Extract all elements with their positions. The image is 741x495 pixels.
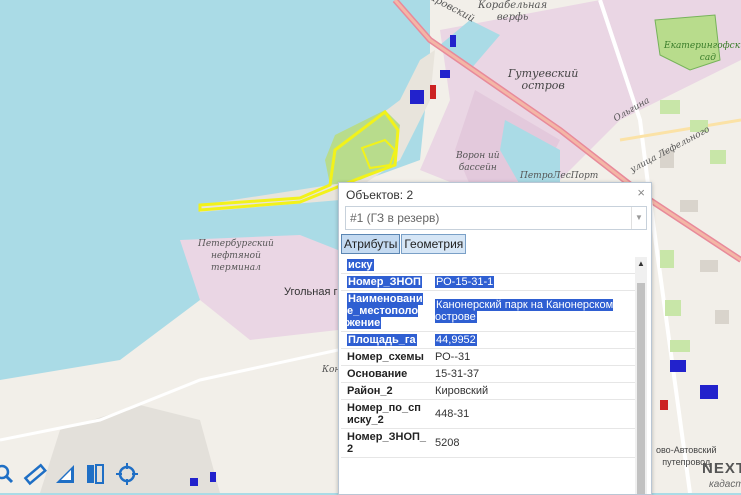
attribute-value-text: 44,9952 — [435, 334, 477, 346]
attribute-row: Район_2 Кировский — [341, 382, 635, 400]
attribute-value: 44,9952 — [429, 331, 635, 349]
layers-icon[interactable] — [82, 461, 108, 487]
attribute-row: иску — [341, 257, 635, 274]
attribute-value: РО-15-31-1 — [429, 273, 635, 291]
popup-tabs: Атрибуты Геометрия — [341, 234, 467, 254]
label-ekaterinhof: Екатерингофский сад — [664, 41, 741, 63]
search-icon[interactable] — [0, 461, 18, 487]
label-gutuevsky: Гутуевский остров — [508, 67, 579, 92]
attribute-key: Район_2 — [341, 382, 430, 400]
attribute-key: Номер_по_сп иску_2 — [341, 399, 430, 429]
attribute-key-text: Основание — [347, 368, 408, 380]
brand-sub: кадаст — [709, 479, 741, 490]
object-select[interactable]: #1 (ГЗ в резерв) ▼ — [345, 206, 647, 230]
attribute-key: Площадь_га — [341, 331, 430, 349]
attributes-table: иску Номер_ЗНОП РО-15-31-1 Наименовани е_ме… — [341, 257, 635, 458]
attribute-key: Номер_ЗНОП — [341, 273, 430, 291]
identify-popup: Объектов: 2 × #1 (ГЗ в резерв) ▼ Атрибут… — [338, 182, 652, 495]
attribute-value-text: 15-31-37 — [435, 368, 480, 380]
attribute-value: Кировский — [429, 382, 635, 400]
chevron-down-icon[interactable]: ▼ — [631, 207, 646, 229]
attribute-value-text: Канонерский парк на Канонерском острове — [435, 299, 614, 323]
brand-logo: NEXT — [702, 460, 741, 477]
attribute-key-text: Номер_ЗНОП — [347, 276, 422, 288]
attribute-key-text: Номер_ЗНОП_ 2 — [347, 431, 427, 455]
attribute-value-text: 448-31 — [435, 408, 470, 420]
locate-icon[interactable] — [114, 461, 140, 487]
attribute-value: 448-31 — [429, 399, 635, 429]
attribute-row: Номер_ЗНОП_ 2 5208 — [341, 428, 635, 458]
attribute-row: Основание 15-31-37 — [341, 365, 635, 383]
attribute-value — [429, 257, 635, 274]
attribute-row: Номер_по_сп иску_2 448-31 — [341, 399, 635, 429]
attribute-key-text: Площадь_га — [347, 334, 417, 346]
label-ugolnaya: Угольная г — [284, 286, 338, 298]
attribute-value-text: 5208 — [435, 437, 460, 449]
attribute-key: Номер_схемы — [341, 348, 430, 366]
label-korabel: Корабельная верфь — [478, 0, 548, 23]
angle-icon[interactable] — [52, 461, 78, 487]
attribute-key: Основание — [341, 365, 430, 383]
scroll-up-icon[interactable]: ▲ — [637, 259, 645, 268]
attribute-value: РО--31 — [429, 348, 635, 366]
attribute-value: 5208 — [429, 428, 635, 458]
attribute-key: Наименовани е_местополо жение — [341, 290, 430, 332]
label-vostochny: Ворон ий бассейн — [456, 151, 500, 173]
attribute-value-text: РО-15-31-1 — [435, 276, 495, 288]
attribute-key-text: иску — [347, 259, 374, 271]
popup-title: Объектов: 2 — [346, 188, 414, 202]
attribute-value: 15-31-37 — [429, 365, 635, 383]
label-petrolesport: ПетроЛесПорт — [520, 171, 599, 181]
object-select-value: #1 (ГЗ в резерв) — [350, 211, 440, 225]
attribute-value: Канонерский парк на Канонерском острове — [429, 290, 635, 332]
tab-attributes[interactable]: Атрибуты — [341, 234, 401, 254]
attribute-key: иску — [341, 257, 430, 274]
attribute-key-text: Номер_по_сп иску_2 — [347, 402, 421, 426]
label-neft-terminal: Петербургский нефтяной терминал — [198, 239, 274, 273]
close-icon[interactable]: × — [637, 185, 645, 200]
attribute-row: Номер_ЗНОП РО-15-31-1 — [341, 273, 635, 291]
attribute-row: Номер_схемы РО--31 — [341, 348, 635, 366]
scroll-thumb[interactable] — [637, 283, 645, 494]
attribute-key-text: Наименовани е_местополо жение — [347, 293, 423, 329]
attribute-row: Площадь_га 44,9952 — [341, 331, 635, 349]
attribute-row: Наименовани е_местополо жение Канонерский… — [341, 290, 635, 332]
attribute-key-text: Район_2 — [347, 385, 393, 397]
tab-geometry[interactable]: Геометрия — [401, 234, 467, 254]
ruler-icon[interactable] — [22, 461, 48, 487]
attribute-key: Номер_ЗНОП_ 2 — [341, 428, 430, 458]
attribute-key-text: Номер_схемы — [347, 351, 424, 363]
attribute-value-text: Кировский — [435, 385, 489, 397]
scrollbar[interactable]: ▲ — [635, 257, 647, 494]
attribute-value-text: РО--31 — [435, 351, 471, 363]
attributes-panel[interactable]: иску Номер_ЗНОП РО-15-31-1 Наименовани е_ме… — [341, 257, 649, 494]
